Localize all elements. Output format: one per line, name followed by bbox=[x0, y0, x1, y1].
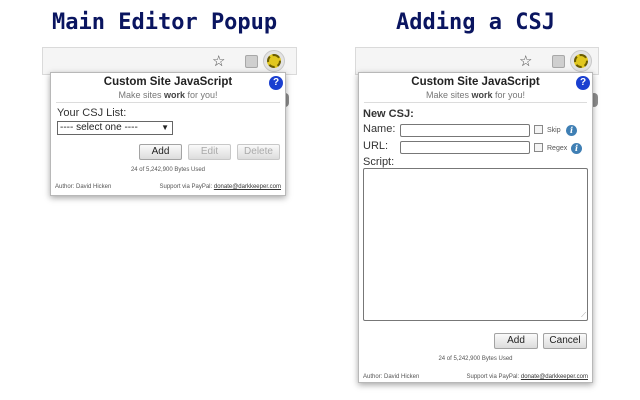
name-label: Name: bbox=[363, 123, 396, 135]
new-csj-label: New CSJ: bbox=[363, 108, 414, 120]
script-textarea[interactable]: ⟋ bbox=[363, 168, 588, 321]
name-field[interactable] bbox=[400, 124, 530, 137]
footer-support: Support via PayPal: donate@darkkeeper.co… bbox=[159, 184, 281, 190]
donate-link[interactable]: donate@darkkeeper.com bbox=[214, 184, 281, 190]
browser-toolbar-left bbox=[42, 47, 297, 75]
url-field[interactable] bbox=[400, 141, 530, 154]
resize-grip-icon[interactable]: ⟋ bbox=[581, 312, 586, 319]
delete-button[interactable]: Delete bbox=[237, 144, 280, 160]
popup-tagline: Make sites work for you! bbox=[118, 90, 218, 100]
add-button[interactable]: Add bbox=[494, 333, 538, 349]
skip-checkbox[interactable] bbox=[534, 125, 543, 134]
regex-checkbox[interactable] bbox=[534, 143, 543, 152]
script-label: Script: bbox=[363, 156, 395, 168]
footer-author: Author: David Hicken bbox=[55, 184, 112, 190]
title-divider bbox=[364, 102, 587, 103]
skip-label: Skip bbox=[547, 127, 561, 134]
url-label: URL: bbox=[363, 140, 389, 152]
gear-icon bbox=[267, 54, 281, 68]
regex-label: Regex bbox=[547, 145, 568, 152]
gear-icon bbox=[574, 54, 588, 68]
help-icon[interactable]: ? bbox=[269, 76, 283, 90]
csj-extension-button[interactable] bbox=[263, 50, 285, 72]
add-button[interactable]: Add bbox=[139, 144, 182, 160]
bookmark-star-icon[interactable]: ☆ bbox=[519, 54, 532, 69]
edit-button[interactable]: Edit bbox=[188, 144, 231, 160]
donate-link[interactable]: donate@darkkeeper.com bbox=[521, 374, 588, 380]
bytes-used: 24 of 5,242,900 Bytes Used bbox=[438, 356, 513, 362]
extension-icon[interactable] bbox=[552, 55, 565, 68]
cancel-button[interactable]: Cancel bbox=[543, 333, 587, 349]
add-csj-popup: Custom Site JavaScript Make sites work f… bbox=[358, 72, 593, 383]
bytes-used: 24 of 5,242,900 Bytes Used bbox=[130, 167, 206, 173]
skip-info-icon[interactable]: i bbox=[566, 125, 577, 136]
footer-support: Support via PayPal: donate@darkkeeper.co… bbox=[466, 374, 588, 380]
help-icon[interactable]: ? bbox=[576, 76, 590, 90]
extension-icon[interactable] bbox=[245, 55, 258, 68]
main-editor-popup: Custom Site JavaScript Make sites work f… bbox=[50, 72, 286, 196]
right-heading: Adding a CSJ bbox=[396, 10, 555, 35]
title-divider bbox=[56, 102, 280, 103]
csj-list-label: Your CSJ List: bbox=[57, 107, 127, 119]
chevron-down-icon: ▼ bbox=[161, 123, 169, 132]
csj-extension-button[interactable] bbox=[570, 50, 592, 72]
popup-title: Custom Site JavaScript bbox=[103, 76, 233, 88]
footer-author: Author: David Hicken bbox=[363, 374, 420, 380]
popup-title: Custom Site JavaScript bbox=[411, 76, 540, 88]
left-heading: Main Editor Popup bbox=[52, 10, 278, 35]
csj-list-select[interactable]: ---- select one ---- ▼ bbox=[57, 121, 173, 135]
regex-info-icon[interactable]: i bbox=[571, 143, 582, 154]
bookmark-star-icon[interactable]: ☆ bbox=[212, 54, 225, 69]
popup-tagline: Make sites work for you! bbox=[425, 90, 526, 100]
